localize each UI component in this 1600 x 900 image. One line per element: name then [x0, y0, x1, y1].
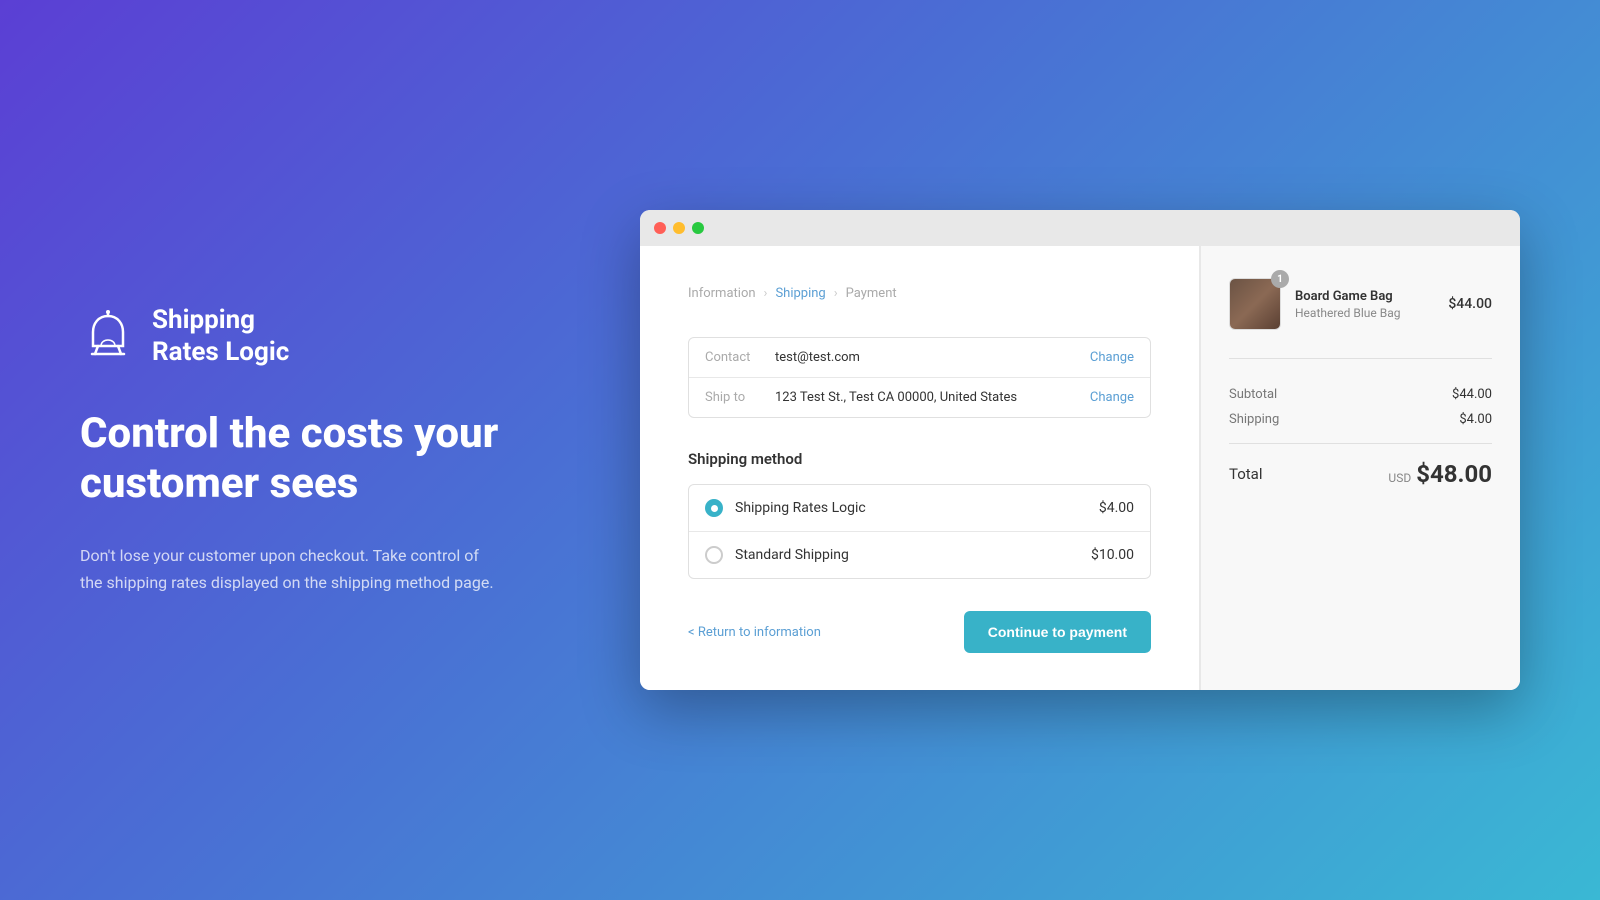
- total-currency: USD: [1388, 471, 1411, 485]
- return-to-information-link[interactable]: < Return to information: [688, 625, 821, 640]
- breadcrumb-shipping[interactable]: Shipping: [775, 286, 825, 301]
- contact-change-button[interactable]: Change: [1090, 350, 1134, 365]
- contact-label: Contact: [705, 350, 775, 365]
- total-amount: $48.00: [1416, 460, 1492, 488]
- subtotal-value: $44.00: [1452, 387, 1492, 402]
- breadcrumb-information[interactable]: Information: [688, 286, 756, 301]
- logo-area: Shipping Rates Logic: [80, 304, 580, 369]
- browser-window: Information › Shipping › Payment Contact…: [640, 210, 1520, 690]
- info-table: Contact test@test.com Change Ship to 123…: [688, 337, 1151, 418]
- shipping-standard-price: $10.00: [1091, 547, 1134, 563]
- checkout-left: Information › Shipping › Payment Contact…: [640, 246, 1200, 690]
- checkout-actions: < Return to information Continue to paym…: [688, 611, 1151, 653]
- traffic-light-yellow[interactable]: [673, 222, 685, 234]
- shipping-value: $4.00: [1459, 412, 1492, 427]
- total-label: Total: [1229, 465, 1263, 483]
- contact-value: test@test.com: [775, 350, 1090, 365]
- ship-to-row: Ship to 123 Test St., Test CA 00000, Uni…: [689, 378, 1150, 417]
- subtext: Don't lose your customer upon checkout. …: [80, 542, 500, 596]
- ship-to-value: 123 Test St., Test CA 00000, United Stat…: [775, 390, 1090, 405]
- ship-to-change-button[interactable]: Change: [1090, 390, 1134, 405]
- breadcrumb-payment[interactable]: Payment: [846, 286, 897, 301]
- breadcrumb-sep-1: ›: [764, 286, 768, 301]
- radio-selected-icon: [705, 499, 723, 517]
- product-badge: 1: [1271, 270, 1289, 288]
- shipping-standard-name: Standard Shipping: [735, 547, 1079, 563]
- order-summary: 1 Board Game Bag Heathered Blue Bag $44.…: [1200, 246, 1520, 690]
- contact-row: Contact test@test.com Change: [689, 338, 1150, 378]
- total-row: Total USD $48.00: [1229, 460, 1492, 488]
- product-item: 1 Board Game Bag Heathered Blue Bag $44.…: [1229, 278, 1492, 359]
- browser-content: Information › Shipping › Payment Contact…: [640, 246, 1520, 690]
- total-value: USD $48.00: [1388, 460, 1492, 488]
- shipping-options: Shipping Rates Logic $4.00 Standard Ship…: [688, 484, 1151, 579]
- subtotal-label: Subtotal: [1229, 387, 1277, 402]
- browser-titlebar: [640, 210, 1520, 246]
- breadcrumb: Information › Shipping › Payment: [688, 286, 1151, 301]
- radio-empty-icon: [705, 546, 723, 564]
- shipping-rates-logic-name: Shipping Rates Logic: [735, 500, 1087, 516]
- page-container: Shipping Rates Logic Control the costs y…: [0, 0, 1600, 900]
- left-panel: Shipping Rates Logic Control the costs y…: [80, 304, 640, 596]
- shipping-option-rates-logic[interactable]: Shipping Rates Logic $4.00: [689, 485, 1150, 532]
- subtotal-row: Subtotal $44.00: [1229, 387, 1492, 402]
- shipping-label: Shipping: [1229, 412, 1279, 427]
- shipping-row: Shipping $4.00: [1229, 412, 1492, 427]
- shipping-rates-logic-price: $4.00: [1099, 500, 1134, 516]
- logo-text: Shipping Rates Logic: [152, 304, 289, 369]
- breadcrumb-sep-2: ›: [834, 286, 838, 301]
- shipping-option-standard[interactable]: Standard Shipping $10.00: [689, 532, 1150, 578]
- product-variant: Heathered Blue Bag: [1295, 306, 1434, 320]
- continue-to-payment-button[interactable]: Continue to payment: [964, 611, 1151, 653]
- logo-icon: [80, 308, 136, 364]
- ship-to-label: Ship to: [705, 390, 775, 405]
- product-image-wrap: 1: [1229, 278, 1281, 330]
- logo-line1: Shipping: [152, 304, 289, 337]
- logo-line2: Rates Logic: [152, 336, 289, 369]
- summary-divider: [1229, 443, 1492, 444]
- product-price: $44.00: [1448, 296, 1492, 312]
- traffic-light-red[interactable]: [654, 222, 666, 234]
- product-name: Board Game Bag: [1295, 289, 1434, 304]
- product-info: Board Game Bag Heathered Blue Bag: [1295, 289, 1434, 320]
- shipping-method-title: Shipping method: [688, 450, 1151, 468]
- headline: Control the costs your customer sees: [80, 409, 580, 510]
- traffic-light-green[interactable]: [692, 222, 704, 234]
